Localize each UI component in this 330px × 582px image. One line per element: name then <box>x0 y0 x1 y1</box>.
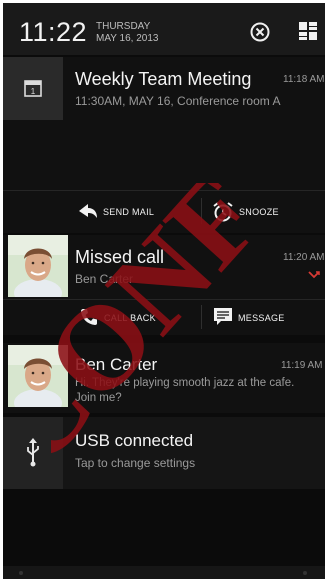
handle-dot <box>19 571 23 575</box>
send-mail-icon <box>77 201 99 226</box>
notification-title: Weekly Team Meeting <box>75 69 252 89</box>
panel-drag-handle[interactable] <box>3 566 325 579</box>
svg-text:1: 1 <box>31 87 36 96</box>
clear-all-icon[interactable] <box>249 21 271 48</box>
action-separator <box>201 198 202 224</box>
calendar-icon: 1 <box>3 57 63 120</box>
notification-title: Missed call <box>75 247 165 267</box>
action-separator <box>201 305 202 329</box>
notification-panel: 11:22 THURSDAY MAY 16, 2013 1 Weekly Tea… <box>3 3 325 579</box>
notification-subtitle: Tap to change settings <box>75 456 196 470</box>
usb-icon <box>3 417 63 489</box>
notification-title: USB connected <box>75 431 194 450</box>
snooze-label: SNOOZE <box>239 207 279 217</box>
divider <box>3 190 325 191</box>
notification-title: Ben Carter <box>75 355 158 374</box>
missed-call-icon <box>308 268 320 286</box>
avatar <box>8 345 68 407</box>
notification-time: 11:18 AM <box>283 74 325 85</box>
status-header: 11:22 THURSDAY MAY 16, 2013 <box>3 3 325 55</box>
notification-time: 11:20 AM <box>283 252 325 263</box>
message-label: MESSAGE <box>238 313 285 323</box>
usb-notification[interactable]: USB connected Tap to change settings <box>3 417 325 489</box>
notification-time: 11:19 AM <box>281 360 323 371</box>
message-icon <box>212 306 234 333</box>
handle-dot <box>303 571 307 575</box>
phone-icon <box>79 307 99 332</box>
divider <box>3 299 325 300</box>
snooze-button[interactable]: SNOOZE <box>208 195 318 229</box>
call-back-button[interactable]: CALL BACK <box>73 303 193 333</box>
meeting-notification[interactable]: 1 Weekly Team Meeting 11:30AM, MAY 16, C… <box>3 57 325 233</box>
missed-call-notification[interactable]: Missed call Ben Carter 11:20 AM CALL BAC… <box>3 235 325 335</box>
send-mail-label: SEND MAIL <box>103 207 155 217</box>
date-block: THURSDAY MAY 16, 2013 <box>96 21 158 45</box>
weekday-label: THURSDAY <box>96 21 151 32</box>
message-notification[interactable]: Ben Carter Hi. They're playing smooth ja… <box>3 343 325 413</box>
notification-subtitle: 11:30AM, MAY 16, Conference room A <box>75 94 281 108</box>
quick-settings-icon[interactable] <box>298 21 318 46</box>
date-label: MAY 16, 2013 <box>96 33 159 44</box>
notification-message-line2: Join me? <box>75 392 122 404</box>
snooze-alarm-icon <box>212 201 234 228</box>
clock-time: 11:22 <box>19 17 88 47</box>
notification-message-line1: Hi. They're playing smooth jazz at the c… <box>75 377 295 389</box>
notification-subtitle: Ben Carter <box>75 272 134 286</box>
send-mail-button[interactable]: SEND MAIL <box>73 195 193 229</box>
message-button[interactable]: MESSAGE <box>208 303 318 333</box>
avatar <box>8 235 68 297</box>
call-back-label: CALL BACK <box>104 313 156 323</box>
